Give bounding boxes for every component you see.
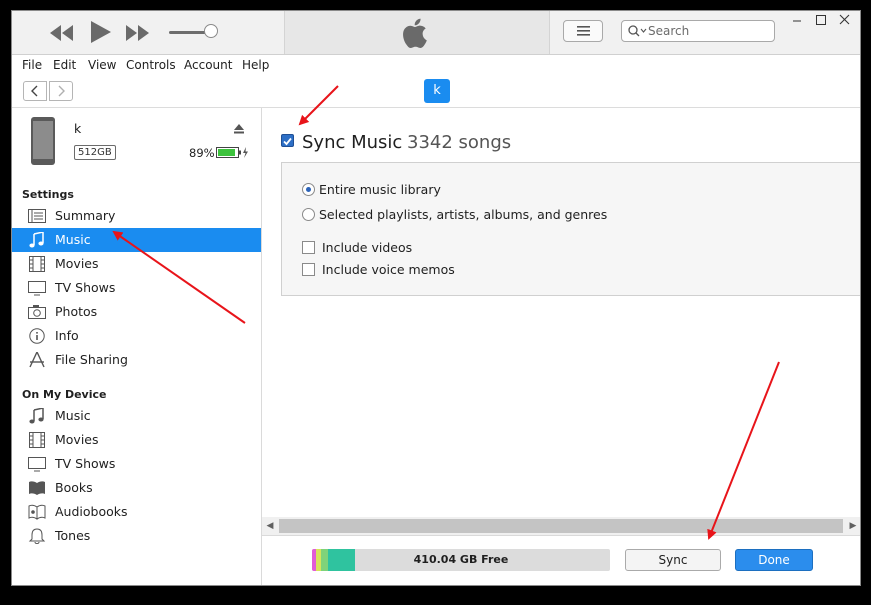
music-note-icon <box>29 232 44 248</box>
include-videos-label: Include videos <box>322 240 413 255</box>
volume-knob[interactable] <box>204 24 218 38</box>
search-icon <box>628 25 647 37</box>
on-my-device-header: On My Device <box>22 388 107 401</box>
scroll-right-icon[interactable]: ▶ <box>848 521 858 531</box>
device-item-audiobooks[interactable]: Audiobooks <box>12 500 261 524</box>
storage-bar: 410.04 GB Free <box>312 549 610 571</box>
player-toolbar <box>12 11 860 55</box>
sync-button[interactable]: Sync <box>625 549 721 571</box>
free-space-label: 410.04 GB Free <box>413 553 509 566</box>
app-store-icon <box>29 352 45 368</box>
settings-header: Settings <box>22 188 74 201</box>
include-videos-checkbox[interactable] <box>302 241 315 254</box>
play-icon[interactable] <box>91 21 111 43</box>
entire-library-label: Entire music library <box>319 182 441 197</box>
sidebar-item-label: TV Shows <box>55 280 116 295</box>
sync-music-title: Sync Music <box>302 132 403 153</box>
include-voice-memos-label: Include voice memos <box>322 262 455 277</box>
summary-icon <box>28 209 46 223</box>
eject-icon[interactable] <box>233 123 245 135</box>
tv-icon <box>28 281 46 296</box>
sidebar-item-info[interactable]: Info <box>12 324 261 348</box>
sidebar-item-label: Audiobooks <box>55 504 128 519</box>
sidebar-item-label: Music <box>55 232 91 247</box>
forward-button[interactable] <box>49 81 73 101</box>
sidebar-item-label: Movies <box>55 432 99 447</box>
sidebar-item-label: Summary <box>55 208 116 223</box>
audiobook-icon <box>28 504 46 520</box>
device-capacity: 512GB <box>74 145 116 160</box>
sidebar: k 512GB 89% Settings Summary Music Movie… <box>12 108 262 585</box>
camera-icon <box>28 305 46 319</box>
bell-icon <box>28 528 46 544</box>
chevron-right-icon <box>58 85 65 97</box>
sidebar-item-tv-shows[interactable]: TV Shows <box>12 276 261 300</box>
sidebar-item-summary[interactable]: Summary <box>12 204 261 228</box>
battery-percent: 89% <box>189 146 215 160</box>
done-button[interactable]: Done <box>735 549 813 571</box>
selected-radio[interactable] <box>302 208 315 221</box>
list-view-button[interactable] <box>563 20 603 42</box>
scroll-left-icon[interactable]: ◀ <box>265 521 275 531</box>
device-item-books[interactable]: Books <box>12 476 261 500</box>
include-voice-memos-checkbox[interactable] <box>302 263 315 276</box>
sync-music-checkbox[interactable] <box>281 134 294 147</box>
horizontal-scrollbar[interactable]: ◀ ▶ <box>262 517 860 535</box>
selected-label: Selected playlists, artists, albums, and… <box>319 207 608 222</box>
device-item-movies[interactable]: Movies <box>12 428 261 452</box>
battery-charging-icon <box>216 147 248 158</box>
sidebar-item-music[interactable]: Music <box>12 228 261 252</box>
sidebar-item-label: Info <box>55 328 79 343</box>
song-count: 3342 songs <box>407 132 512 153</box>
rewind-icon[interactable] <box>50 25 74 41</box>
sidebar-item-label: Movies <box>55 256 99 271</box>
scrollbar-thumb[interactable] <box>279 519 843 533</box>
menu-file[interactable]: File <box>22 58 42 72</box>
back-button[interactable] <box>23 81 47 101</box>
device-button[interactable]: k <box>424 79 450 103</box>
minimize-icon[interactable] <box>786 13 808 29</box>
tv-icon <box>28 457 46 472</box>
sidebar-item-photos[interactable]: Photos <box>12 300 261 324</box>
film-icon <box>29 432 45 448</box>
sidebar-item-movies[interactable]: Movies <box>12 252 261 276</box>
lcd-display <box>284 11 550 54</box>
sidebar-item-label: Music <box>55 408 91 423</box>
sidebar-item-label: Tones <box>55 528 91 543</box>
book-icon <box>29 481 45 495</box>
itunes-window: File Edit View Controls Account Help k k… <box>11 10 861 586</box>
film-icon <box>29 256 45 272</box>
sidebar-item-label: TV Shows <box>55 456 116 471</box>
info-icon <box>29 328 45 344</box>
sidebar-item-label: File Sharing <box>55 352 128 367</box>
menu-help[interactable]: Help <box>242 58 269 72</box>
main-content: Sync Music 3342 songs Entire music libra… <box>262 108 860 585</box>
music-note-icon <box>29 408 44 424</box>
menu-edit[interactable]: Edit <box>53 58 76 72</box>
menu-account[interactable]: Account <box>184 58 232 72</box>
fast-forward-icon[interactable] <box>126 25 150 41</box>
sync-options-panel: Entire music library Selected playlists,… <box>281 162 860 296</box>
apple-logo-icon <box>403 18 427 48</box>
checkmark-icon <box>283 137 292 146</box>
bottom-bar: 410.04 GB Free Sync Done <box>262 535 860 585</box>
sidebar-item-label: Photos <box>55 304 98 319</box>
menu-view[interactable]: View <box>88 58 116 72</box>
device-name: k <box>74 121 82 136</box>
close-icon[interactable] <box>834 13 856 29</box>
list-icon <box>577 26 590 36</box>
menu-controls[interactable]: Controls <box>126 58 176 72</box>
device-item-tv-shows[interactable]: TV Shows <box>12 452 261 476</box>
chevron-left-icon <box>31 85 38 97</box>
device-item-music[interactable]: Music <box>12 404 261 428</box>
iphone-device-icon <box>31 117 55 165</box>
device-item-tones[interactable]: Tones <box>12 524 261 548</box>
sidebar-item-file-sharing[interactable]: File Sharing <box>12 348 261 372</box>
navigation-bar: k <box>12 75 860 108</box>
entire-library-radio[interactable] <box>302 183 315 196</box>
menu-bar: File Edit View Controls Account Help <box>12 55 860 75</box>
maximize-icon[interactable] <box>810 13 832 29</box>
sidebar-item-label: Books <box>55 480 93 495</box>
